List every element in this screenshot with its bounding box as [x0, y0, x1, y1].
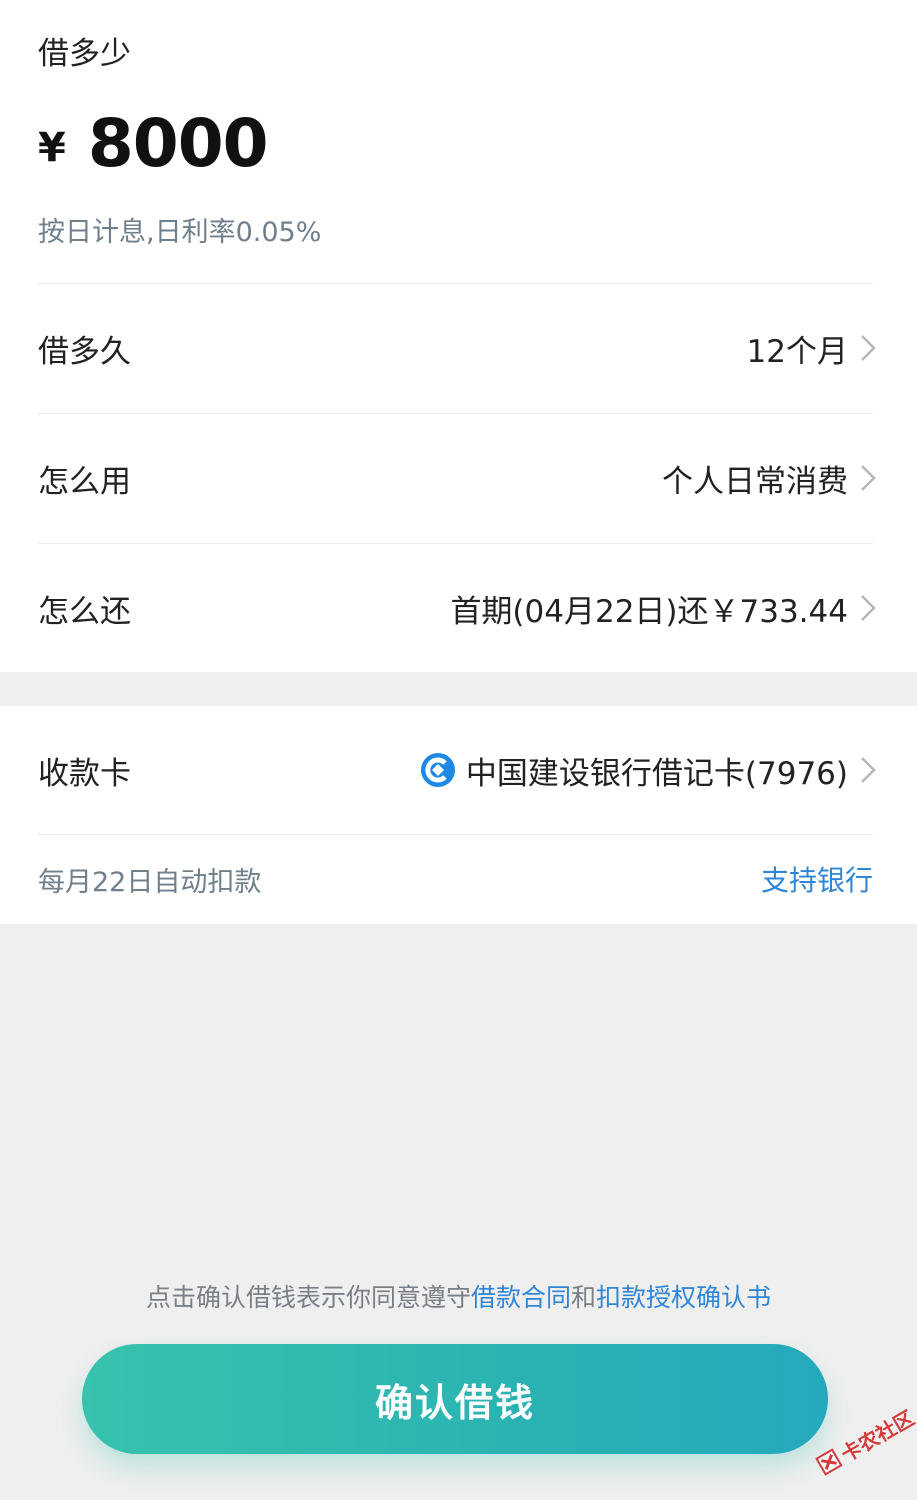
- loan-contract-link[interactable]: 借款合同: [471, 1283, 571, 1312]
- chevron-right-icon: [858, 463, 878, 493]
- loan-details-card: 借多少 ¥ 8000 按日计息,日利率0.05% 借多久 12个月 怎么用 个人…: [0, 0, 917, 672]
- interest-rate-note: 按日计息,日利率0.05%: [38, 217, 322, 248]
- ccb-logo-icon: [420, 752, 456, 788]
- amount-value[interactable]: 8000: [88, 105, 269, 182]
- amount-label: 借多少: [38, 36, 131, 72]
- repayment-value: 首期(04月22日)还￥733.44: [450, 593, 848, 630]
- loan-purpose-value: 个人日常消费: [662, 463, 848, 500]
- amount-input[interactable]: ¥ 8000: [38, 98, 269, 188]
- autodebit-row: 每月22日自动扣款 支持银行: [38, 834, 873, 924]
- loan-term-row[interactable]: 借多久 12个月: [38, 284, 878, 412]
- supported-banks-link[interactable]: 支持银行: [761, 859, 873, 899]
- loan-purpose-row[interactable]: 怎么用 个人日常消费: [38, 414, 878, 542]
- autodebit-note: 每月22日自动扣款: [38, 866, 262, 898]
- loan-purpose-label: 怎么用: [38, 463, 131, 500]
- repayment-label: 怎么还: [38, 593, 131, 630]
- chevron-right-icon: [858, 593, 878, 623]
- chevron-right-icon: [858, 755, 878, 785]
- agreement-prefix: 点击确认借钱表示你同意遵守: [145, 1283, 471, 1312]
- chevron-right-icon: [858, 333, 878, 363]
- agreement-connector: 和: [571, 1283, 597, 1312]
- confirm-borrow-button[interactable]: 确认借钱: [82, 1344, 828, 1454]
- loan-term-value: 12个月: [746, 333, 848, 370]
- receiving-card-row[interactable]: 收款卡 中国建设银行借记卡(7976): [38, 706, 878, 834]
- receiving-card-label: 收款卡: [38, 755, 131, 792]
- loan-term-label: 借多久: [38, 333, 131, 370]
- currency-symbol: ¥: [38, 125, 66, 171]
- debit-authorization-link[interactable]: 扣款授权确认书: [596, 1283, 771, 1312]
- repayment-row[interactable]: 怎么还 首期(04月22日)还￥733.44: [38, 544, 878, 672]
- bank-name: 中国建设银行借记卡(7976): [465, 755, 848, 792]
- agreement-text: 点击确认借钱表示你同意遵守借款合同和扣款授权确认书: [0, 1278, 917, 1314]
- watermark-text: 卡农社区: [836, 1405, 917, 1467]
